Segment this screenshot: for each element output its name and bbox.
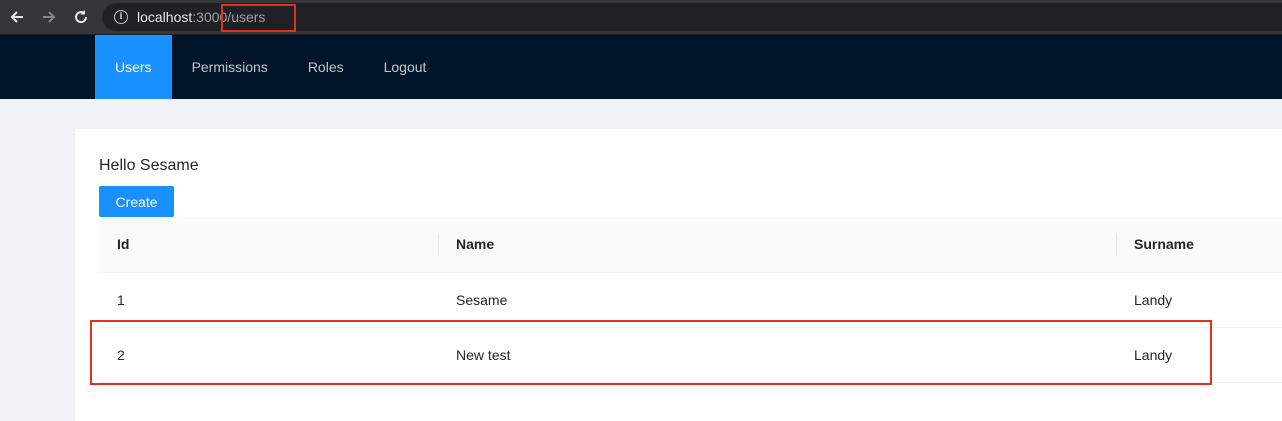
content-card: Hello Sesame Create Id Name Surname 1 Se… [75, 129, 1282, 421]
forward-arrow-icon[interactable] [38, 6, 60, 28]
column-header-name[interactable]: Name [438, 217, 1116, 273]
cell-name: Sesame [438, 272, 1116, 328]
create-button[interactable]: Create [99, 186, 174, 217]
top-menu: Users Permissions Roles Logout [95, 35, 446, 99]
column-header-label: Name [456, 236, 495, 253]
cell-surname: Landy [1116, 327, 1282, 383]
table-header-row: Id Name Surname [99, 217, 1282, 273]
column-header-surname[interactable]: Surname [1116, 217, 1282, 273]
back-arrow-icon[interactable] [6, 6, 28, 28]
column-header-id[interactable]: Id [99, 217, 438, 273]
reload-icon[interactable] [70, 6, 92, 28]
column-header-label: Id [117, 236, 130, 253]
table-row[interactable]: 1 Sesame Landy [99, 272, 1282, 328]
url-host: localhost [137, 9, 193, 25]
column-divider [1116, 234, 1117, 256]
menu-item-users[interactable]: Users [95, 35, 172, 99]
cell-id: 2 [99, 327, 438, 383]
menu-item-roles[interactable]: Roles [288, 35, 364, 99]
url-path: :3000/users [192, 9, 266, 25]
menu-item-logout[interactable]: Logout [364, 35, 447, 99]
menu-item-permissions[interactable]: Permissions [172, 35, 288, 99]
app-header: Users Permissions Roles Logout [0, 35, 1282, 99]
site-info-icon[interactable]: i [114, 10, 128, 24]
column-divider [438, 234, 439, 256]
table-row[interactable]: 2 New test Landy [99, 327, 1282, 383]
cell-name: New test [438, 327, 1116, 383]
browser-toolbar: i localhost:3000/users [0, 0, 1282, 35]
greeting-text: Hello Sesame [99, 157, 199, 174]
cell-surname: Landy [1116, 272, 1282, 328]
column-header-label: Surname [1134, 236, 1194, 253]
cell-id: 1 [99, 272, 438, 328]
users-table: Id Name Surname 1 Sesame Landy 2 New tes… [99, 217, 1282, 383]
address-bar[interactable]: i localhost:3000/users [102, 3, 1282, 31]
